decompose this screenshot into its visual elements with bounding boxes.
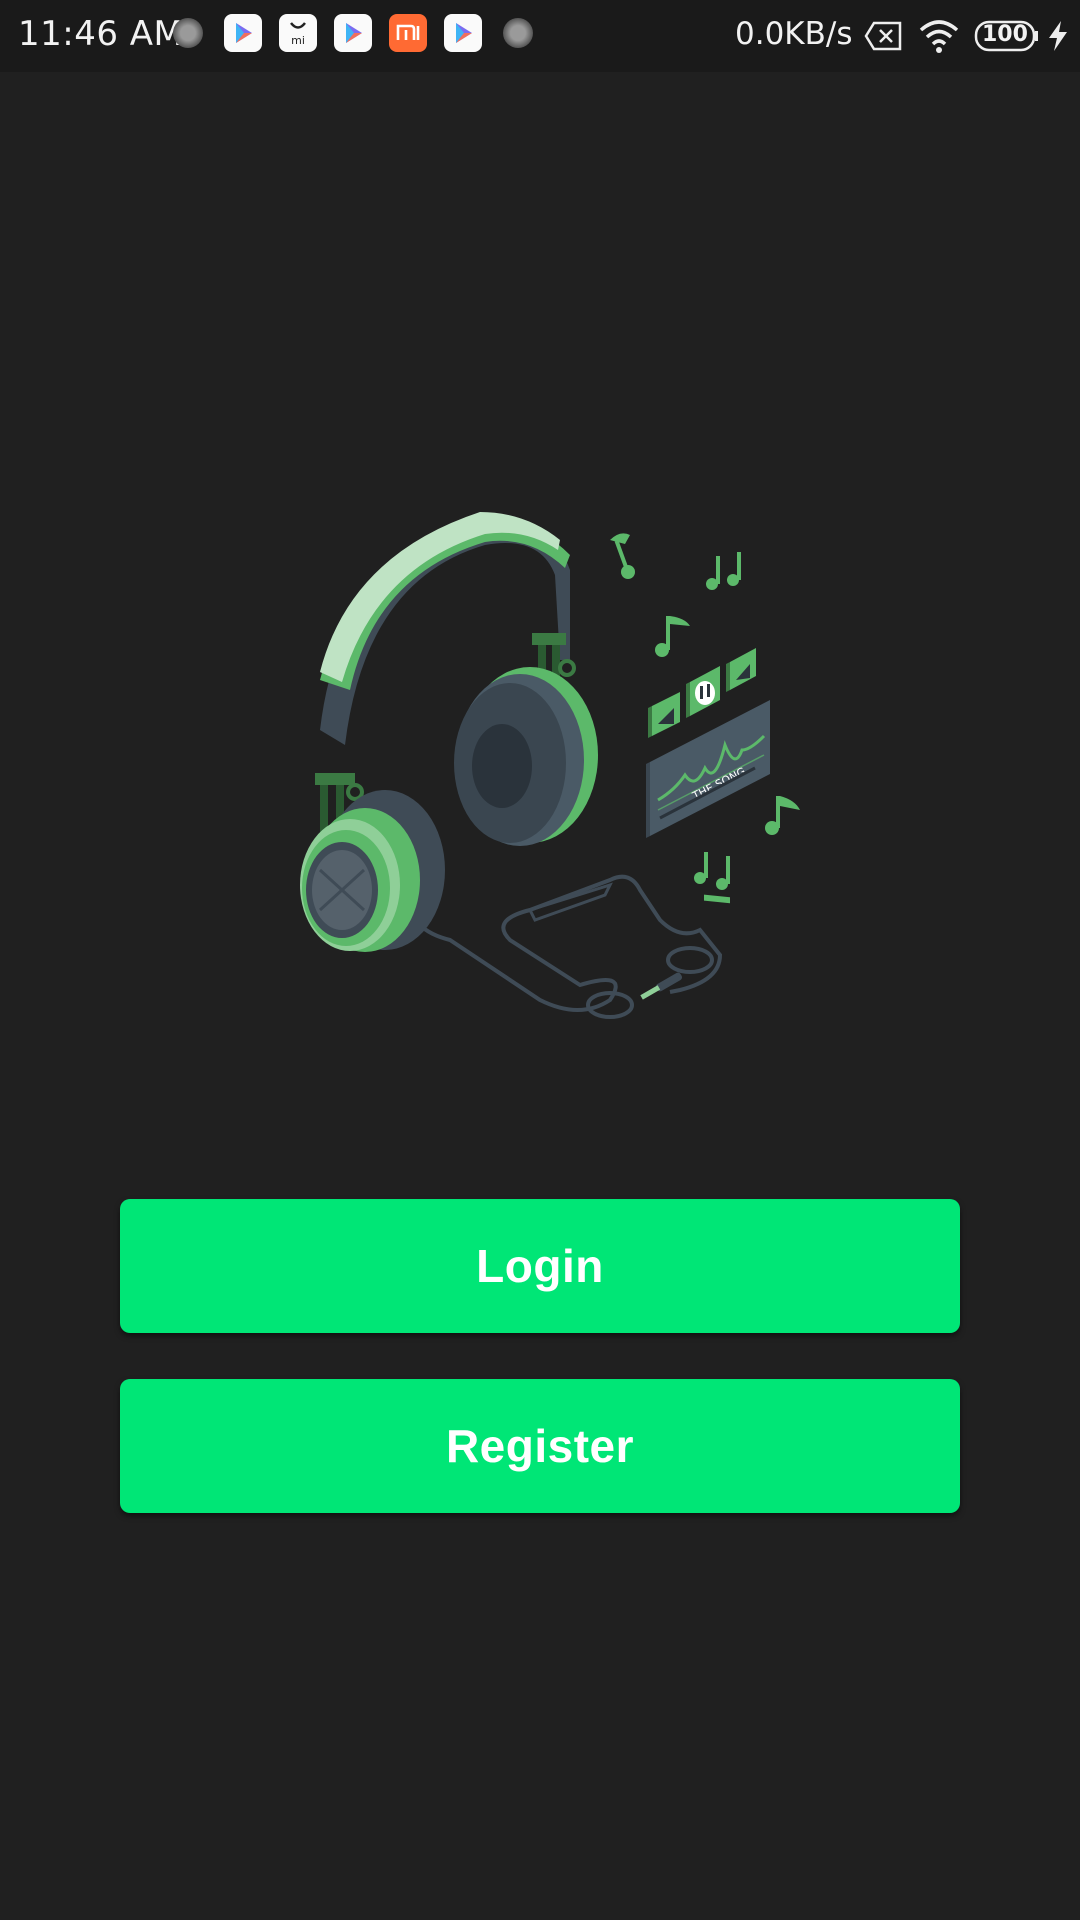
music-note-icon [610,533,635,579]
status-bar: 11:46 AM mi 0.0KB/s 100 [0,0,1080,72]
play-store-icon [334,14,372,52]
mi-icon [389,14,427,52]
audio-jack-icon [640,972,683,1000]
wifi-icon [919,20,959,53]
status-time: 11:46 AM [18,14,184,54]
play-store-icon [444,14,482,52]
mi-store-icon-text: mi [291,34,305,47]
music-note-icon [706,552,741,590]
network-speed: 0.0KB/s [735,16,853,52]
mi-store-icon: mi [279,14,317,52]
register-button[interactable]: Register [120,1379,960,1513]
music-note-icon [694,852,730,904]
loading-icon [173,18,203,48]
music-player-icon: THE SONG [646,648,770,838]
play-store-icon [224,14,262,52]
charging-icon [1049,21,1067,51]
headphones-music-illustration-icon: THE SONG [300,512,800,1019]
battery-level: 100 [982,22,1028,47]
no-sim-icon [864,21,902,51]
music-note-icon [765,796,800,835]
login-button[interactable]: Login [120,1199,960,1333]
loading-icon [503,18,533,48]
music-note-icon [655,616,690,657]
